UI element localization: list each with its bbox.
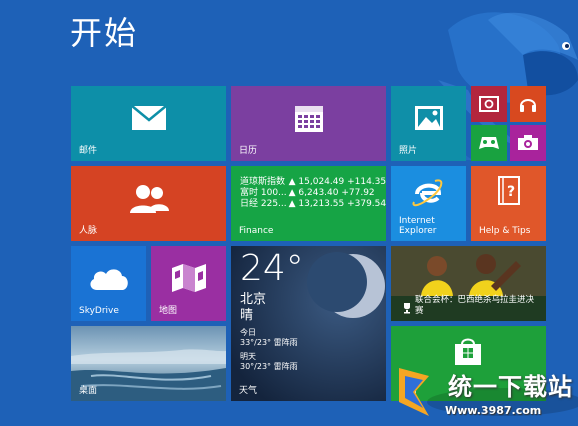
page-title: 开始	[70, 14, 139, 52]
forecast-tomorrow-value: 30°/23° 雷阵雨	[240, 362, 298, 371]
people-tile[interactable]: 人脉	[71, 166, 226, 241]
finance-tile-label: Finance	[239, 226, 274, 236]
svg-text:?: ?	[507, 184, 515, 200]
help-tips-tile-label: Help & Tips	[479, 226, 531, 236]
stock-name: 富时 100...	[240, 188, 287, 198]
mail-tile-label: 邮件	[79, 146, 98, 156]
people-icon	[129, 184, 169, 213]
stock-name: 道琼斯指数	[240, 177, 286, 187]
stock-name: 日经 225...	[240, 199, 287, 209]
help-book-icon: ?	[498, 176, 520, 205]
stock-value: ▲ 6,243.40 +77.92	[288, 188, 375, 198]
calendar-tile-label: 日历	[239, 146, 258, 156]
weather-tile-label: 天气	[239, 386, 258, 396]
photos-tile[interactable]: 照片	[391, 86, 466, 161]
video-icon	[479, 96, 499, 112]
photos-tile-label: 照片	[399, 146, 418, 156]
watermark-text: 统一下载站	[448, 373, 573, 401]
mail-tile[interactable]: 邮件	[71, 86, 226, 161]
mail-icon	[130, 104, 167, 130]
music-tile[interactable]	[510, 86, 546, 122]
weather-temperature: 24°	[240, 248, 304, 289]
forecast-today-label: 今日	[240, 328, 256, 337]
cloud-icon	[89, 268, 128, 290]
stock-value: ▲ 15,024.49 +114.35	[288, 177, 386, 187]
map-icon	[171, 263, 206, 292]
games-tile[interactable]	[471, 125, 507, 161]
weather-tile[interactable]: 24° 北京 晴 今日 33°/23° 雷阵雨 明天 30°/23° 雷阵雨 天…	[231, 246, 386, 401]
photo-icon	[414, 105, 443, 130]
calendar-tile[interactable]: 日历	[231, 86, 386, 161]
stock-row: 日经 225... ▲ 13,213.55 +379.54	[240, 199, 386, 210]
camera-icon	[518, 135, 538, 150]
headphones-icon	[520, 99, 536, 112]
video-tile[interactable]	[471, 86, 507, 122]
internet-explorer-icon	[412, 179, 443, 207]
stock-value: ▲ 13,213.55 +379.54	[288, 199, 386, 209]
desktop-tile-label: 桌面	[79, 386, 98, 396]
forecast-tomorrow-label: 明天	[240, 352, 256, 361]
people-tile-label: 人脉	[79, 226, 98, 236]
stock-row: 道琼斯指数 ▲ 15,024.49 +114.35	[240, 177, 386, 188]
game-controller-icon	[479, 137, 499, 149]
internet-explorer-tile-label: Internet Explorer	[399, 216, 437, 236]
sports-tile[interactable]: 联合会杯：巴西绝杀乌拉圭进决赛	[391, 246, 546, 321]
maps-tile-label: 地图	[159, 306, 178, 316]
calendar-icon	[294, 105, 323, 132]
maps-tile[interactable]: 地图	[151, 246, 226, 321]
skydrive-tile[interactable]: SkyDrive	[71, 246, 146, 321]
camera-tile[interactable]	[510, 125, 546, 161]
watermark-url: Www.3987.com	[445, 404, 542, 417]
desktop-tile[interactable]: 桌面	[71, 326, 226, 401]
internet-explorer-tile[interactable]: Internet Explorer	[391, 166, 466, 241]
stock-row: 富时 100... ▲ 6,243.40 +77.92	[240, 188, 386, 199]
weather-condition: 晴	[240, 308, 254, 323]
forecast-today-value: 33°/23° 雷阵雨	[240, 338, 298, 347]
help-tips-tile[interactable]: ? Help & Tips	[471, 166, 546, 241]
skydrive-tile-label: SkyDrive	[79, 306, 119, 316]
stock-index-table: 道琼斯指数 ▲ 15,024.49 +114.35 富时 100... ▲ 6,…	[240, 177, 386, 210]
sports-news-caption: 联合会杯：巴西绝杀乌拉圭进决赛	[415, 295, 535, 316]
finance-tile[interactable]: 道琼斯指数 ▲ 15,024.49 +114.35 富时 100... ▲ 6,…	[231, 166, 386, 241]
